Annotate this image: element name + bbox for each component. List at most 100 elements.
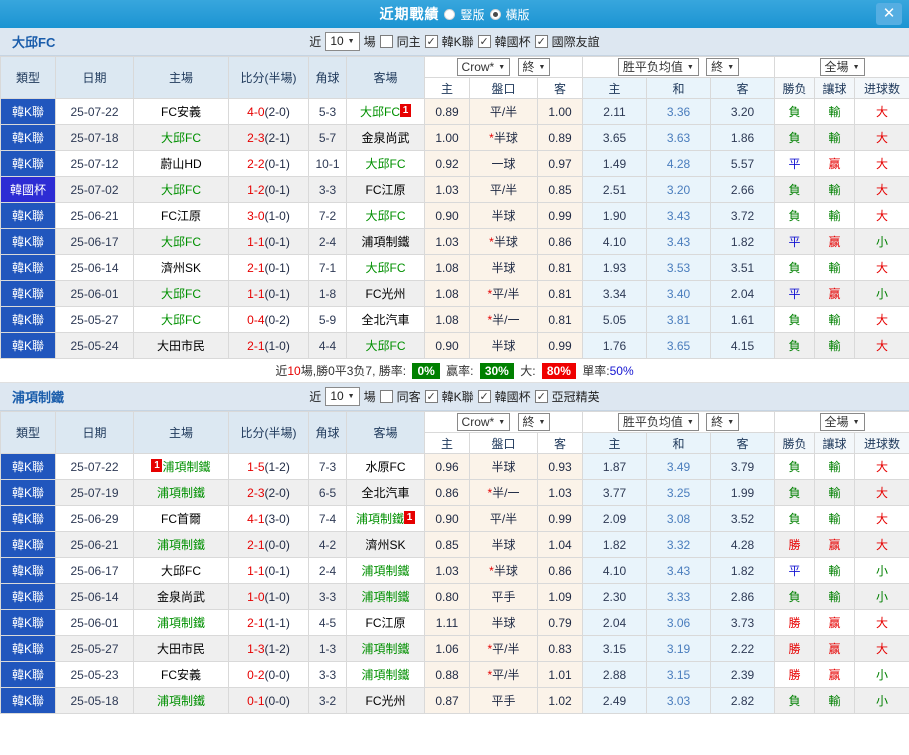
table-row: 韓K聯 25-06-14 濟州SK 2-1(0-1) 7-1 大邱FC 1.08 半球 0.81… [0, 254, 909, 281]
same-home-checkbox[interactable] [379, 35, 393, 48]
league-label-cup[interactable]: 韓國杯 [495, 388, 531, 405]
league-label-acl[interactable]: 亞冠精英 [552, 388, 600, 405]
avg-home-odds: 2.04 [582, 609, 647, 636]
sub-header-avg-away: 客 [709, 432, 776, 454]
vertical-layout-radio[interactable] [444, 8, 456, 20]
corners-score: 1-8 [308, 280, 347, 307]
goals-outcome: 大 [854, 176, 909, 203]
corners-score: 3-3 [308, 661, 347, 688]
record-summary: 近10場,勝0平3负7, 勝率: 0% 赢率: 30% 大: 80% 單率:50… [0, 359, 909, 383]
home-team: 大邱FC [133, 228, 229, 255]
odds-away: 0.99 [537, 202, 583, 229]
handicap-line: *半/一 [469, 479, 538, 506]
avg-type-select[interactable]: 胜平负均值 ▼ [617, 58, 699, 76]
sub-header-goals: 进球数 [854, 77, 909, 99]
league-checkbox-cup[interactable]: ✓ [477, 35, 491, 48]
result-outcome: 勝 [774, 661, 816, 688]
odds-stage-select[interactable]: 終 ▼ [517, 58, 551, 76]
match-score: 2-1(0-0) [228, 531, 309, 558]
horizontal-layout-label[interactable]: 橫版 [506, 6, 530, 23]
league-label-friendly[interactable]: 國際友誼 [552, 33, 600, 50]
corners-score: 4-2 [308, 531, 347, 558]
avg-draw-odds: 3.63 [646, 124, 711, 151]
red-count-badge: 1 [404, 511, 415, 524]
away-team: FC光州 [346, 280, 425, 307]
match-date: 25-07-18 [55, 124, 134, 151]
match-score: 0-2(0-0) [228, 661, 309, 688]
sub-header-avg-home: 主 [582, 77, 647, 99]
corners-score: 5-9 [308, 306, 347, 333]
league-checkbox-acl[interactable]: ✓ [534, 390, 548, 403]
chevron-down-icon: ▼ [852, 63, 860, 71]
home-team: 濟州SK [133, 254, 229, 281]
match-date: 25-06-21 [55, 202, 134, 229]
match-score: 1-1(0-1) [228, 228, 309, 255]
odds-away: 0.85 [537, 176, 583, 203]
league-label-kleague[interactable]: 韓K聯 [442, 388, 474, 405]
result-outcome: 負 [774, 202, 816, 229]
close-button[interactable]: ✕ [876, 3, 902, 25]
avg-stage-select[interactable]: 終 ▼ [706, 413, 740, 431]
chevron-down-icon: ▼ [686, 418, 694, 426]
corners-score: 7-3 [308, 453, 347, 480]
avg-stage-select[interactable]: 終 ▼ [706, 58, 740, 76]
league-checkbox-cup[interactable]: ✓ [477, 390, 491, 403]
avg-type-select[interactable]: 胜平负均值 ▼ [617, 413, 699, 431]
bookmaker-select[interactable]: Crow* ▼ [456, 413, 511, 431]
same-away-checkbox[interactable] [379, 390, 393, 403]
away-team: 浦項制鐵 [346, 583, 425, 610]
match-date: 25-06-14 [55, 254, 134, 281]
table-row: 韓K聯 25-07-22 FC安義 4-0(2-0) 5-3 大邱FC 1 0.89 平/半 1.… [0, 98, 909, 125]
result-outcome: 平 [774, 280, 816, 307]
odds-home: 1.03 [424, 228, 470, 255]
handicap-line: *平/半 [469, 280, 538, 307]
match-score: 0-1(0-0) [228, 687, 309, 714]
bookmaker-select[interactable]: Crow* ▼ [456, 58, 511, 76]
over-rate-badge: 80% [541, 363, 576, 379]
odds-away: 0.86 [537, 557, 583, 584]
handicap-line: 半球 [469, 531, 538, 558]
away-team: 大邱FC [346, 202, 425, 229]
home-team: 大田市民 [133, 635, 229, 662]
odds-away: 0.97 [537, 150, 583, 177]
odds-home: 1.03 [424, 557, 470, 584]
match-score: 1-1(0-1) [228, 557, 309, 584]
league-checkbox-kleague[interactable]: ✓ [424, 35, 438, 48]
fulltime-select[interactable]: 全場 ▼ [819, 58, 865, 76]
match-date: 25-05-23 [55, 661, 134, 688]
sub-header-handicap-result: 讓球 [814, 432, 856, 454]
match-count-select[interactable]: 10 ▼ [325, 32, 360, 51]
vertical-layout-label[interactable]: 豎版 [460, 6, 484, 23]
match-count-select[interactable]: 10 ▼ [325, 387, 360, 406]
avg-away-odds: 1.99 [709, 479, 776, 506]
avg-draw-odds: 3.49 [646, 453, 711, 480]
table-row: 韓K聯 25-07-18 大邱FC 2-3(2-1) 5-7 金泉尚武 1.00 *半球 0.8… [0, 124, 909, 151]
handicap-outcome: 赢 [814, 635, 856, 662]
match-type-badge: 韓K聯 [0, 635, 56, 662]
corners-score: 4-5 [308, 609, 347, 636]
match-score: 4-1(3-0) [228, 505, 309, 532]
league-label-cup[interactable]: 韓國杯 [495, 33, 531, 50]
same-home-label[interactable]: 同主 [397, 33, 421, 50]
home-team: FC首爾 [133, 505, 229, 532]
odds-home: 0.90 [424, 202, 470, 229]
match-date: 25-05-27 [55, 635, 134, 662]
chevron-down-icon: ▼ [727, 418, 735, 426]
odds-stage-select[interactable]: 終 ▼ [517, 413, 551, 431]
match-date: 25-05-27 [55, 306, 134, 333]
away-team: 大邱FC [346, 254, 425, 281]
table-row: 韓K聯 25-06-21 FC江原 3-0(1-0) 7-2 大邱FC 0.90 半球 0.99… [0, 202, 909, 229]
fulltime-select[interactable]: 全場 ▼ [819, 413, 865, 431]
horizontal-layout-radio[interactable] [489, 8, 501, 20]
league-checkbox-kleague[interactable]: ✓ [424, 390, 438, 403]
handicap-outcome: 輸 [814, 202, 856, 229]
home-team: 大邱FC [133, 280, 229, 307]
odds-away: 1.09 [537, 583, 583, 610]
col-header-date: 日期 [55, 411, 134, 454]
league-label-kleague[interactable]: 韓K聯 [442, 33, 474, 50]
corners-score: 7-4 [308, 505, 347, 532]
team-section-header-1: 大邱FC 近 10 ▼ 場 同主 ✓ 韓K聯 ✓ 韓國杯 ✓ 國際友誼 [0, 28, 909, 56]
same-away-label[interactable]: 同客 [397, 388, 421, 405]
handicap-line: *半球 [469, 124, 538, 151]
league-checkbox-friendly[interactable]: ✓ [534, 35, 548, 48]
